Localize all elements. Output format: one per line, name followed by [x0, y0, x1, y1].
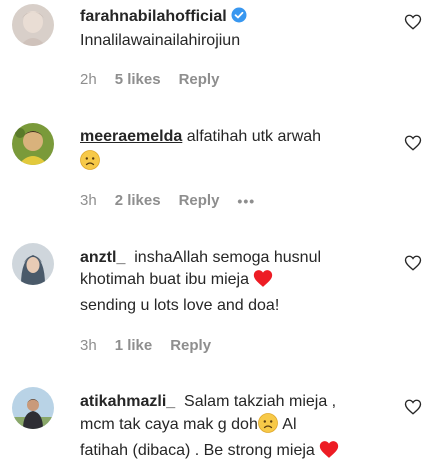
reply-button[interactable]: Reply — [179, 192, 220, 209]
comment-text: Innalilawainailahirojiun — [80, 32, 241, 49]
red-heart-emoji — [319, 440, 339, 466]
comment-text: fatihah (dibaca) . Be strong mieja — [80, 442, 315, 459]
comment-username[interactable]: meeraemelda — [80, 128, 182, 145]
comment-likes[interactable]: 5 likes — [115, 71, 161, 88]
comment-text: Salam takziah mieja , — [184, 393, 337, 410]
red-heart-emoji — [253, 269, 273, 295]
comment-time: 2h — [80, 71, 97, 88]
comment-username[interactable]: farahnabilahofficial — [80, 8, 227, 25]
comment-time: 3h — [80, 337, 97, 354]
comment-text: inshaAllah semoga husnul — [134, 249, 322, 266]
sad-face-emoji — [80, 150, 100, 177]
sad-face-emoji — [257, 413, 278, 440]
reply-button[interactable]: Reply — [179, 71, 220, 88]
comment-text: Al — [282, 416, 297, 433]
avatar[interactable] — [12, 387, 54, 429]
comment-time: 3h — [80, 192, 97, 209]
like-heart-icon[interactable] — [404, 134, 422, 152]
comment-text: sending u lots love and doa! — [80, 297, 280, 314]
like-heart-icon[interactable] — [404, 254, 422, 272]
reply-button[interactable]: Reply — [170, 337, 211, 354]
comment-likes[interactable]: 1 like — [115, 337, 153, 354]
comment-username[interactable]: atikahmazli_ — [80, 393, 175, 410]
comment-text: khotimah buat ibu mieja — [80, 271, 249, 288]
comment-text: mcm tak caya mak g doh — [80, 416, 258, 433]
like-heart-icon[interactable] — [404, 13, 422, 31]
avatar[interactable] — [12, 4, 54, 46]
verified-badge-icon — [231, 7, 247, 30]
like-heart-icon[interactable] — [404, 398, 422, 416]
more-options-icon[interactable]: ••• — [237, 193, 255, 209]
comment-likes[interactable]: 2 likes — [115, 192, 161, 209]
avatar[interactable] — [12, 243, 54, 285]
comment-username[interactable]: anztl_ — [80, 249, 125, 266]
avatar[interactable] — [12, 123, 54, 165]
comment-text: alfatihah utk arwah — [186, 128, 322, 145]
